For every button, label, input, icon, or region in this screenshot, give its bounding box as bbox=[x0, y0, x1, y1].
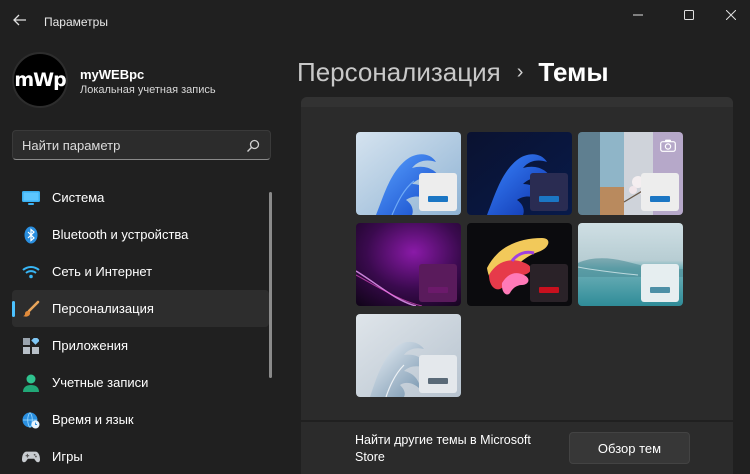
gamepad-icon bbox=[22, 448, 40, 466]
brush-icon bbox=[22, 300, 40, 318]
theme-preview-window bbox=[530, 173, 568, 211]
search-input[interactable]: Найти параметр bbox=[22, 138, 120, 153]
panel-header-strip bbox=[301, 97, 733, 107]
minimize-icon bbox=[633, 14, 643, 16]
close-button[interactable] bbox=[713, 4, 749, 26]
theme-preview-window bbox=[419, 264, 457, 302]
apps-icon bbox=[22, 337, 40, 355]
chevron-right-icon: › bbox=[516, 60, 524, 83]
search-box[interactable]: Найти параметр bbox=[12, 130, 271, 160]
title-bar: Параметры bbox=[0, 0, 750, 40]
theme-tile-captured-motion[interactable] bbox=[467, 223, 572, 306]
breadcrumb-parent[interactable]: Персонализация bbox=[297, 57, 501, 88]
theme-accent-bar bbox=[539, 196, 559, 202]
sidebar-item-network[interactable]: Сеть и Интернет bbox=[12, 253, 269, 290]
get-more-themes-bar: Найти другие темы в Microsoft Store Обзо… bbox=[301, 422, 733, 474]
theme-accent-bar bbox=[428, 196, 448, 202]
globe-clock-icon bbox=[22, 411, 40, 429]
theme-accent-bar bbox=[650, 196, 670, 202]
theme-accent-bar bbox=[650, 287, 670, 293]
sidebar-item-accounts[interactable]: Учетные записи bbox=[12, 364, 269, 401]
sidebar-item-label: Время и язык bbox=[52, 412, 134, 427]
sidebar-item-apps[interactable]: Приложения bbox=[12, 327, 269, 364]
theme-tile-sunrise[interactable] bbox=[356, 314, 461, 397]
sidebar-scrollbar[interactable] bbox=[269, 192, 272, 378]
person-icon bbox=[22, 374, 40, 392]
wifi-icon bbox=[22, 263, 40, 281]
app-title: Параметры bbox=[44, 15, 108, 29]
theme-accent-bar bbox=[539, 287, 559, 293]
sidebar-item-bluetooth[interactable]: Bluetooth и устройства bbox=[12, 216, 269, 253]
theme-accent-bar bbox=[428, 378, 448, 384]
theme-preview-window bbox=[419, 173, 457, 211]
avatar[interactable]: mWp bbox=[12, 52, 68, 108]
sidebar-item-label: Bluetooth и устройства bbox=[52, 227, 189, 242]
minimize-button[interactable] bbox=[620, 4, 656, 26]
avatar-logo-text: mWp bbox=[14, 69, 66, 91]
sidebar-item-label: Персонализация bbox=[52, 301, 154, 316]
browse-themes-button[interactable]: Обзор тем bbox=[569, 432, 690, 464]
theme-tile-spotlight[interactable] bbox=[578, 132, 683, 215]
maximize-button[interactable] bbox=[671, 4, 707, 26]
theme-preview-window bbox=[641, 173, 679, 211]
maximize-icon bbox=[684, 10, 694, 20]
camera-icon bbox=[660, 139, 676, 152]
get-more-themes-text: Найти другие темы в Microsoft Store bbox=[355, 433, 531, 464]
sidebar-item-gaming[interactable]: Игры bbox=[12, 438, 269, 474]
back-button[interactable] bbox=[8, 8, 32, 32]
sidebar-item-label: Система bbox=[52, 190, 105, 205]
sidebar-item-label: Приложения bbox=[52, 338, 129, 353]
theme-tile-windows-dark[interactable] bbox=[467, 132, 572, 215]
sidebar-item-system[interactable]: Система bbox=[12, 179, 269, 216]
monitor-icon bbox=[22, 189, 40, 207]
sidebar-nav: Система Bluetooth и устройства Сеть и Ин… bbox=[12, 179, 269, 474]
sidebar-item-label: Сеть и Интернет bbox=[52, 264, 153, 279]
theme-tile-windows-light[interactable] bbox=[356, 132, 461, 215]
bluetooth-icon bbox=[22, 226, 40, 244]
theme-accent-bar bbox=[428, 287, 448, 293]
theme-preview-window bbox=[419, 355, 457, 393]
arrow-left-icon bbox=[13, 14, 26, 26]
page-title: Темы bbox=[538, 56, 609, 87]
theme-preview-window bbox=[530, 264, 568, 302]
account-type: Локальная учетная запись bbox=[80, 84, 216, 96]
theme-tile-flow[interactable] bbox=[578, 223, 683, 306]
theme-preview-window bbox=[641, 264, 679, 302]
sidebar-item-personalization[interactable]: Персонализация bbox=[12, 290, 269, 327]
sidebar-item-label: Учетные записи bbox=[52, 375, 149, 390]
sidebar-item-time-language[interactable]: Время и язык bbox=[12, 401, 269, 438]
user-name: myWEBpc bbox=[80, 67, 145, 82]
theme-tile-glow[interactable] bbox=[356, 223, 461, 306]
sidebar-item-label: Игры bbox=[52, 449, 83, 464]
close-icon bbox=[726, 10, 736, 20]
breadcrumb: Персонализация › Темы bbox=[297, 55, 609, 89]
search-icon[interactable] bbox=[246, 139, 260, 153]
